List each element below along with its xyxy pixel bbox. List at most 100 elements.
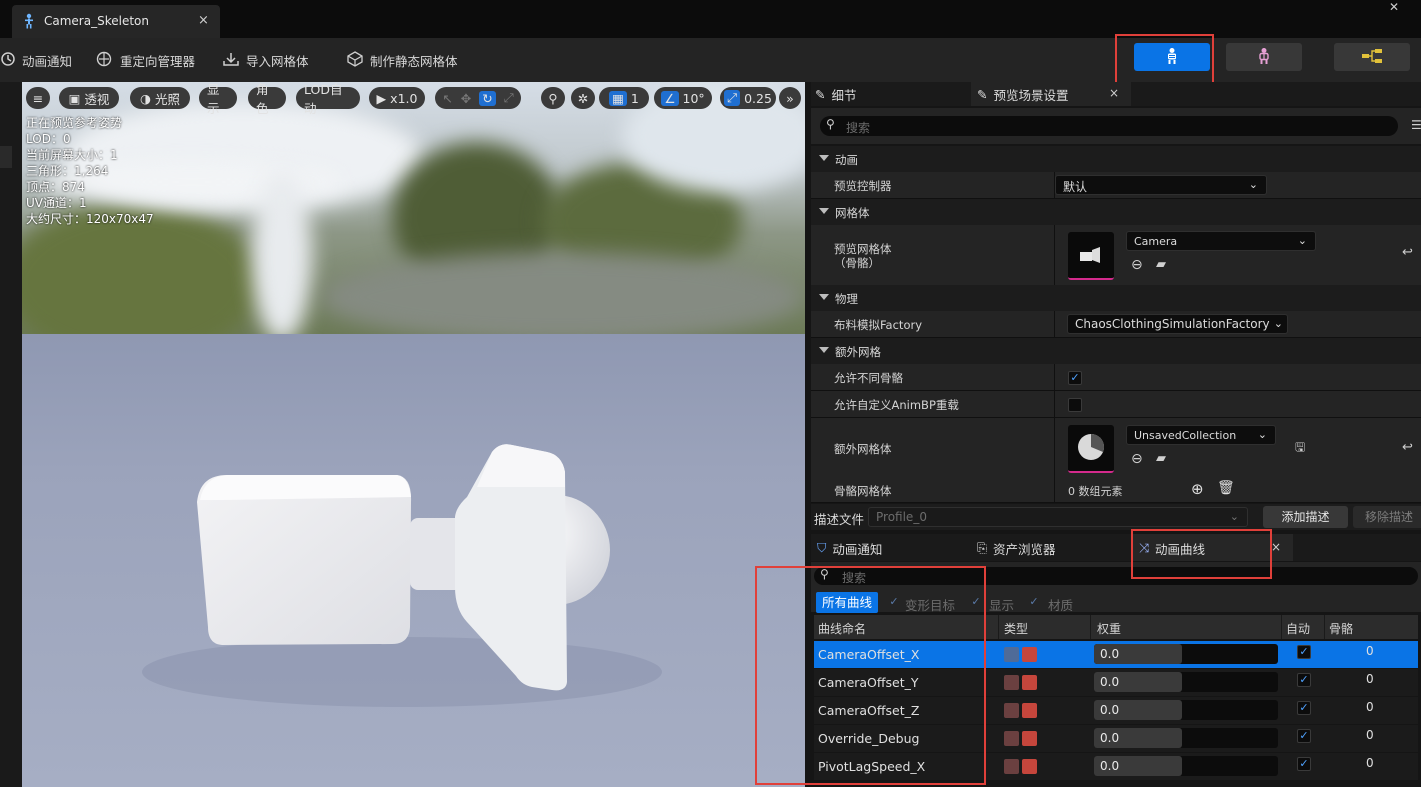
browse-asset-icon[interactable]: ▰: [1156, 451, 1166, 466]
close-tab-icon[interactable]: ×: [1109, 86, 1119, 100]
material-type-icon[interactable]: [1022, 647, 1037, 662]
material-checkbox[interactable]: ✓: [1027, 596, 1041, 610]
remove-profile-button[interactable]: 移除描述: [1353, 506, 1421, 528]
weight-field[interactable]: 0.0: [1094, 672, 1278, 692]
blueprint-mode-button[interactable]: [1334, 43, 1410, 71]
menu-icon: ≡: [32, 90, 44, 106]
scale-snap-button[interactable]: ⤢ 0.25: [720, 87, 776, 109]
section-extra-mesh[interactable]: 额外网格: [811, 338, 1421, 364]
tab-preview-scene-settings[interactable]: ✎ 预览场景设置: [977, 82, 1069, 106]
details-search-input[interactable]: ⚲ 搜索: [820, 116, 1398, 136]
viewport-menu-button[interactable]: ≡: [26, 87, 50, 109]
use-selected-asset-icon[interactable]: ⊖: [1131, 451, 1143, 467]
close-tab-icon[interactable]: ×: [1271, 540, 1281, 554]
perspective-button[interactable]: ▣ 透视: [59, 87, 119, 109]
tab-asset-browser[interactable]: ⎘ 资产浏览器: [977, 536, 1056, 560]
section-mesh-label: 网格体: [835, 206, 870, 220]
grid-snap-button[interactable]: ▦ 1: [599, 87, 649, 109]
morph-type-icon[interactable]: [1004, 759, 1019, 774]
use-selected-asset-icon[interactable]: ⊖: [1131, 257, 1143, 273]
details-options-icon[interactable]: ☰: [1411, 118, 1421, 132]
auto-checkbox[interactable]: ✓: [1297, 645, 1311, 659]
morph-type-icon[interactable]: [1004, 675, 1019, 690]
playback-speed-button[interactable]: ▶ x1.0: [369, 87, 425, 109]
viewport[interactable]: ≡ ▣ 透视 ◑ 光照 显示 角色 LOD自动 ▶ x1.0 ↖ ✥ ↻ ⤢ ⚲ ✲ …: [22, 82, 805, 787]
character-button[interactable]: 角色: [248, 82, 286, 116]
material-type-icon[interactable]: [1022, 731, 1037, 746]
search-icon: ⚲: [826, 117, 835, 131]
profile-combo[interactable]: Profile_0 ⌄: [868, 507, 1248, 527]
tab-anim-notify[interactable]: ⛉ 动画通知: [817, 536, 882, 560]
save-icon[interactable]: 🖫: [1295, 438, 1305, 459]
import-icon: [222, 51, 240, 70]
morph-type-icon[interactable]: [1004, 647, 1019, 662]
col-type[interactable]: 类型: [1004, 620, 1028, 637]
reset-to-default-icon[interactable]: ↩: [1402, 245, 1413, 260]
close-icon[interactable]: ×: [198, 13, 209, 28]
auto-checkbox[interactable]: ✓: [1297, 757, 1311, 771]
retarget-manager-button[interactable]: 重定向管理器: [96, 49, 195, 71]
morph-type-icon[interactable]: [1004, 703, 1019, 718]
skeletal-mesh-mode-button[interactable]: [1226, 43, 1302, 71]
material-type-icon[interactable]: [1022, 675, 1037, 690]
section-physics[interactable]: 物理: [811, 285, 1421, 311]
make-static-mesh-button[interactable]: 制作静态网格体: [346, 49, 458, 71]
weight-value: 0.0: [1100, 703, 1120, 717]
character-label: 角色: [256, 82, 269, 116]
col-weight[interactable]: 权重: [1097, 620, 1121, 637]
stat-triangles: 三角形：1,264: [26, 164, 109, 178]
preview-mesh-combo[interactable]: Camera ⌄: [1126, 231, 1316, 251]
more-options-button[interactable]: »: [779, 87, 801, 109]
scale-icon[interactable]: ⤢: [504, 90, 514, 106]
rotate-icon[interactable]: ↻: [479, 90, 496, 106]
preview-mesh-thumbnail[interactable]: [1068, 232, 1114, 280]
grid-snap-value: 1: [630, 90, 639, 106]
allow-custom-animbp-label: 允许自定义AnimBP重载: [834, 398, 959, 412]
add-profile-button[interactable]: 添加描述: [1263, 506, 1348, 528]
surface-snap-button[interactable]: ✲: [571, 87, 595, 109]
preview-controller-combo[interactable]: 默认 ⌄: [1055, 175, 1267, 195]
reset-to-default-icon[interactable]: ↩: [1402, 440, 1413, 455]
tab-details[interactable]: ✎ 细节: [815, 82, 857, 106]
select-icon[interactable]: ↖: [442, 91, 452, 106]
auto-checkbox[interactable]: ✓: [1297, 729, 1311, 743]
lod-button[interactable]: LOD自动: [296, 82, 360, 116]
col-bone[interactable]: 骨骼: [1329, 620, 1353, 637]
extra-mesh-combo[interactable]: UnsavedCollection ⌄: [1126, 425, 1276, 445]
local-space-button[interactable]: ⚲: [541, 87, 565, 109]
lighting-button[interactable]: ◑ 光照: [130, 87, 190, 109]
col-auto[interactable]: 自动: [1286, 620, 1310, 637]
tab-details-label: 细节: [831, 87, 857, 103]
weight-value: 0.0: [1100, 731, 1120, 745]
browse-asset-icon[interactable]: ▰: [1156, 257, 1166, 272]
weight-field[interactable]: 0.0: [1094, 644, 1278, 664]
morph-type-icon[interactable]: [1004, 731, 1019, 746]
cloth-factory-combo[interactable]: ChaosClothingSimulationFactory ⌄: [1067, 314, 1288, 334]
preview-controller-label: 预览控制器: [834, 179, 892, 193]
weight-field[interactable]: 0.0: [1094, 700, 1278, 720]
section-animation[interactable]: 动画: [811, 146, 1421, 172]
blueprint-graph-icon: [1361, 48, 1383, 67]
auto-checkbox[interactable]: ✓: [1297, 673, 1311, 687]
preview-mesh-sublabel: （骨骼）: [834, 256, 880, 270]
weight-field[interactable]: 0.0: [1094, 756, 1278, 776]
stat-screen-size: 当前屏幕大小：1: [26, 148, 118, 162]
add-element-icon[interactable]: ⊕: [1191, 480, 1204, 498]
material-type-icon[interactable]: [1022, 759, 1037, 774]
import-mesh-button[interactable]: 导入网格体: [222, 49, 309, 71]
delete-icon[interactable]: 🗑: [1217, 480, 1235, 496]
show-button[interactable]: 显示: [199, 82, 237, 116]
title-bar: Camera_Skeleton × ✕: [0, 0, 1421, 38]
extra-mesh-thumbnail[interactable]: [1068, 425, 1114, 473]
allow-diff-skeleton-checkbox[interactable]: ✓: [1068, 371, 1082, 385]
allow-custom-animbp-checkbox[interactable]: [1068, 398, 1082, 412]
anim-notify-button[interactable]: 动画通知: [0, 49, 72, 71]
window-close-icon[interactable]: ✕: [1389, 0, 1399, 14]
move-icon[interactable]: ✥: [461, 91, 471, 106]
document-tab[interactable]: Camera_Skeleton ×: [12, 5, 220, 38]
angle-snap-button[interactable]: ∠ 10°: [654, 87, 712, 109]
section-mesh[interactable]: 网格体: [811, 199, 1421, 225]
weight-field[interactable]: 0.0: [1094, 728, 1278, 748]
material-type-icon[interactable]: [1022, 703, 1037, 718]
auto-checkbox[interactable]: ✓: [1297, 701, 1311, 715]
